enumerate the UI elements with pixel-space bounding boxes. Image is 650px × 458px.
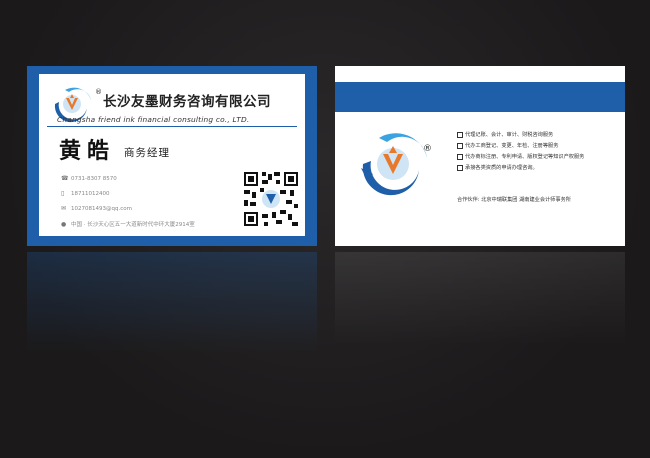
contact-row-address: ● 中国 · 长沙天心区五一大道新时代中环大厦2914室	[61, 220, 195, 228]
service-item: 承接各类资质的申请办理咨询。	[457, 164, 538, 171]
contact-address: 中国 · 长沙天心区五一大道新时代中环大厦2914室	[71, 222, 195, 228]
person-name: 黄皓	[59, 138, 116, 164]
checkbox-square-icon	[457, 153, 463, 160]
location-pin-icon: ●	[61, 221, 67, 228]
company-logo-large-icon	[361, 133, 427, 196]
qr-code-icon	[242, 170, 300, 228]
contact-email: 1027081493@qq.com	[71, 206, 132, 212]
contact-mobile: 18711012400	[71, 191, 110, 197]
mobile-phone-icon: ▯	[61, 190, 65, 197]
contact-telephone: 0731-8307 8570	[71, 176, 117, 182]
blue-header-band	[335, 82, 625, 112]
service-text: 代办工商登记、变更、年检、注册等服务	[465, 143, 559, 149]
dark-background: ® 长沙友墨财务咨询有限公司 Changsha friend ink finan…	[0, 0, 650, 458]
contact-row-mobile: ▯ 18711012400	[61, 190, 110, 197]
business-card-front: ® 长沙友墨财务咨询有限公司 Changsha friend ink finan…	[27, 66, 317, 246]
contact-row-email: ✉ 1027081493@qq.com	[61, 205, 132, 212]
checkbox-square-icon	[457, 164, 463, 171]
checkbox-square-icon	[457, 142, 463, 149]
service-item: 代理记账、会计、审计、财税咨询服务	[457, 131, 553, 138]
service-text: 代理记账、会计、审计、财税咨询服务	[465, 132, 554, 138]
registered-mark-back: ®	[423, 144, 432, 154]
telephone-icon: ☎	[61, 175, 69, 182]
partners-line: 合作伙伴: 北京中瑞联集团 湖南建业会计师事务所	[457, 197, 571, 203]
registered-mark: ®	[95, 88, 102, 96]
service-text: 代办商标注册、专利申请、版权登记等知识产权服务	[465, 154, 585, 160]
service-item: 代办工商登记、变更、年检、注册等服务	[457, 142, 558, 149]
company-name-english: Changsha friend ink financial consulting…	[57, 115, 250, 124]
service-text: 承接各类资质的申请办理咨询。	[465, 165, 538, 171]
service-item: 代办商标注册、专利申请、版权登记等知识产权服务	[457, 153, 584, 160]
front-card-reflection	[27, 252, 317, 372]
company-name-chinese: 长沙友墨财务咨询有限公司	[103, 94, 271, 110]
card-front-panel: ® 长沙友墨财务咨询有限公司 Changsha friend ink finan…	[39, 74, 305, 236]
header-divider	[47, 126, 297, 127]
contact-row-telephone: ☎ 0731-8307 8570	[61, 175, 117, 182]
email-icon: ✉	[61, 205, 67, 212]
back-card-reflection	[335, 252, 625, 362]
business-card-back: ® 代理记账、会计、审计、财税咨询服务 代办工商登记、变更、年检、注册等服务 代…	[335, 66, 625, 246]
person-title: 商务经理	[124, 147, 170, 159]
checkbox-square-icon	[457, 131, 463, 138]
